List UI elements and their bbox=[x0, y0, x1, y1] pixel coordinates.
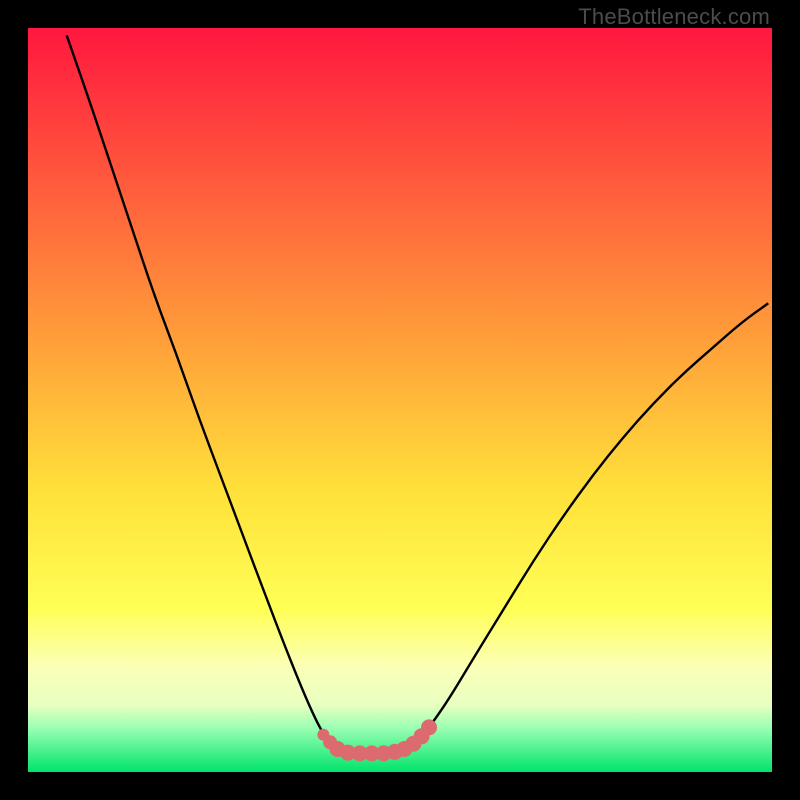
watermark-text: TheBottleneck.com bbox=[578, 4, 770, 30]
chart-frame bbox=[28, 28, 772, 772]
curve-marker bbox=[421, 719, 437, 735]
chart-svg bbox=[28, 28, 772, 772]
chart-background bbox=[28, 28, 772, 772]
